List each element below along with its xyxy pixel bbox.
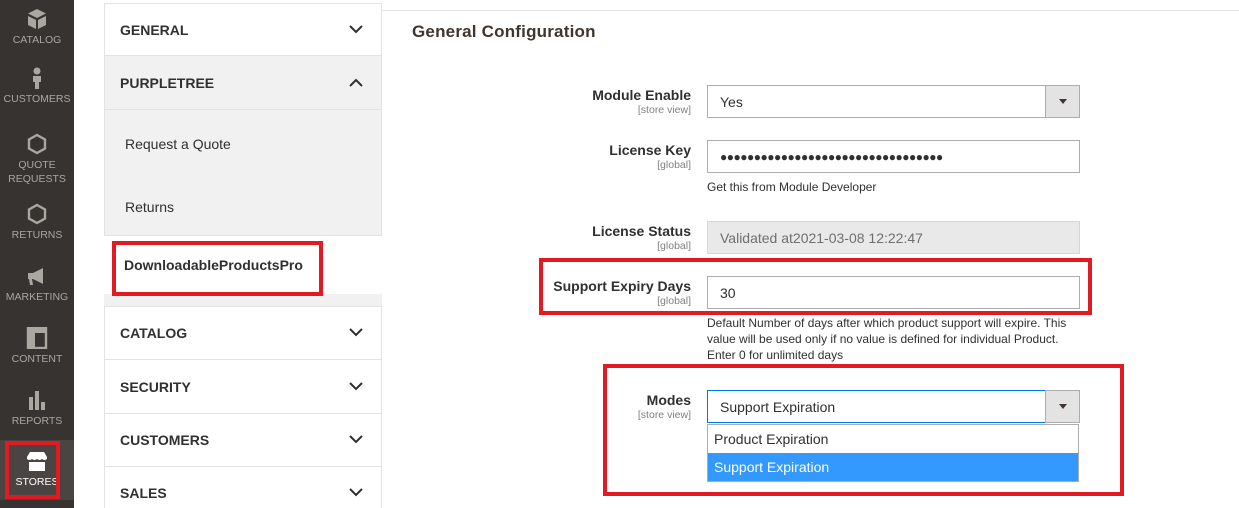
catalog-icon [28,9,46,29]
top-divider [382,10,1239,11]
nav-quote-requests-label: QUOTE REQUESTS [8,159,66,185]
caret-down-icon [1058,404,1067,409]
nav-marketing[interactable]: MARKETING [0,265,74,304]
module-enable-label: Module Enable [592,87,691,103]
nav-returns[interactable]: RETURNS [0,203,74,242]
tab-customers-label: CUSTOMERS [120,432,210,448]
hexagon-icon [27,203,47,225]
module-enable-value: Yes [720,93,743,110]
tab-purpletree[interactable]: PURPLETREE [104,55,382,110]
tab-request-a-quote[interactable]: Request a Quote [104,110,382,178]
support-expiry-days-value: 30 [720,284,736,301]
chevron-down-icon [349,381,363,390]
nav-returns-label: RETURNS [11,229,63,241]
nav-reports[interactable]: REPORTS [0,389,74,428]
tab-customers[interactable]: CUSTOMERS [104,413,382,467]
tab-purpletree-label: PURPLETREE [120,74,215,91]
nav-customers[interactable]: CUSTOMERS [0,67,74,106]
nav-content[interactable]: CONTENT [0,327,74,366]
tab-sales-label: SALES [120,485,167,501]
license-status-value: Validated at2021-03-08 12:22:47 [720,229,923,246]
nav-stores[interactable]: STORES [0,440,74,500]
tab-returns[interactable]: Returns [104,178,382,236]
chevron-down-icon [349,435,363,444]
license-key-label: License Key [609,142,691,158]
license-key-input[interactable]: ●●●●●●●●●●●●●●●●●●●●●●●●●●●●●●●●● [707,140,1080,173]
content-icon [26,327,48,349]
tab-downloadable-products-pro-label: DownloadableProductsPro [124,257,303,273]
megaphone-icon [28,268,43,285]
tab-group-end [104,294,382,306]
module-enable-scope: [store view] [637,104,691,116]
modes-value: Support Expiration [720,398,836,415]
tab-sales[interactable]: SALES [104,466,382,508]
nav-catalog[interactable]: CATALOG [0,8,74,47]
select-arrow-button[interactable] [1045,85,1080,118]
tab-catalog-label: CATALOG [120,325,188,341]
store-icon [27,452,47,471]
license-status-label: License Status [592,223,691,239]
nav-marketing-label: MARKETING [5,291,69,303]
tab-returns-label: Returns [125,198,175,215]
support-expiry-days-input[interactable]: 30 [707,276,1080,309]
modes-select[interactable]: Support Expiration [707,390,1080,423]
nav-content-label: CONTENT [11,353,63,365]
chevron-down-icon [349,24,363,33]
tab-general-label: GENERAL [120,21,189,38]
admin-sidebar: CATALOG CUSTOMERS QUOTE REQUESTS RETURNS… [0,0,74,508]
modes-option-product-expiration[interactable]: Product Expiration [708,425,1078,453]
tab-security[interactable]: SECURITY [104,359,382,414]
section-title: General Configuration [412,22,596,41]
modes-scope: [store view] [637,409,691,421]
support-expiry-days-label: Support Expiry Days [553,278,691,294]
tab-downloadable-products-pro[interactable]: DownloadableProductsPro [104,236,382,294]
support-expiry-days-scope: [global] [657,295,691,307]
tab-general[interactable]: GENERAL [104,3,382,56]
hexagon-icon [27,133,47,155]
license-key-value: ●●●●●●●●●●●●●●●●●●●●●●●●●●●●●●●●● [720,149,943,164]
nav-catalog-label: CATALOG [12,34,62,46]
config-tabs: GENERAL PURPLETREE Request a Quote Retur… [104,0,382,508]
nav-stores-label: STORES [15,476,59,488]
nav-reports-label: REPORTS [11,415,63,427]
tab-security-label: SECURITY [120,378,191,395]
modes-dropdown-list: Product Expiration Support Expiration [707,424,1079,482]
tab-catalog[interactable]: CATALOG [104,306,382,360]
nav-customers-label: CUSTOMERS [3,93,71,105]
chevron-up-icon [349,78,363,87]
customers-icon [33,67,41,89]
license-status-input: Validated at2021-03-08 12:22:47 [707,221,1080,254]
bar-chart-icon [29,391,45,410]
support-expiry-days-note: Default Number of days after which produ… [707,316,1067,362]
tab-request-a-quote-label: Request a Quote [125,136,231,152]
modes-option-support-expiration[interactable]: Support Expiration [708,453,1078,481]
caret-down-icon [1058,99,1067,104]
modes-label: Modes [646,392,691,408]
select-arrow-button[interactable] [1045,390,1080,423]
chevron-down-icon [349,328,363,337]
module-enable-select[interactable]: Yes [707,85,1080,118]
license-status-scope: [global] [657,240,691,252]
nav-quote-requests[interactable]: QUOTE REQUESTS [0,133,74,186]
chevron-down-icon [349,488,363,497]
license-key-note: Get this from Module Developer [707,180,877,194]
license-key-scope: [global] [657,159,691,171]
